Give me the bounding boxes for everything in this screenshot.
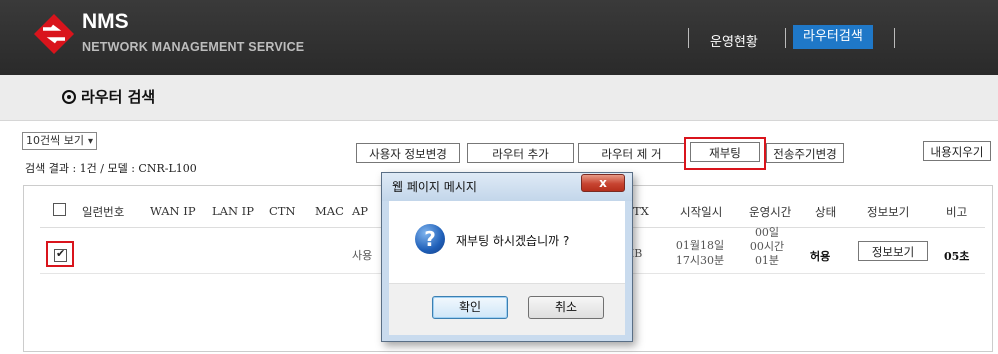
close-icon[interactable]: x: [581, 174, 625, 192]
column-header-start: 시작일시: [680, 205, 723, 219]
chevron-down-icon: ▾: [87, 136, 94, 147]
user-info-change-button[interactable]: 사용자 정보변경: [356, 143, 460, 163]
question-icon: ?: [415, 224, 445, 254]
result-summary: 검색 결과 : 1건 / 모델 : CNR-L100: [25, 162, 197, 175]
add-router-button[interactable]: 라우터 추가: [467, 143, 574, 163]
column-header-remark: 비고: [946, 205, 968, 219]
start-time: 17시30분: [675, 254, 725, 267]
brand-title: NMS: [82, 10, 129, 33]
column-header-ctn: CTN: [269, 204, 296, 218]
column-header-serial: 일련번호: [82, 205, 125, 219]
checkmark-icon: ✔: [56, 247, 66, 260]
reboot-button[interactable]: 재부팅: [690, 142, 760, 162]
column-header-apn: AP: [352, 204, 369, 218]
start-date: 01월18일: [675, 239, 725, 252]
column-header-uptime: 운영시간: [749, 205, 792, 219]
column-header-detail: 정보보기: [867, 205, 910, 219]
remove-router-button[interactable]: 라우터 제 거: [578, 143, 685, 163]
cell-uptime: 00일 00시간 01분: [745, 226, 789, 268]
nav-divider: [785, 28, 786, 48]
nav-router-search[interactable]: 라우터검색: [793, 25, 873, 49]
view-detail-button[interactable]: 정보보기: [858, 241, 928, 261]
nav-divider: [688, 28, 689, 48]
dialog-title: 웹 페이지 메시지: [392, 180, 477, 194]
cell-status: 허용: [810, 250, 831, 263]
cell-apn: 사용: [352, 249, 373, 262]
uptime-hours: 00시간: [749, 240, 785, 253]
column-header-status: 상태: [815, 205, 837, 219]
cell-start-time: 01월18일 17시30분: [672, 238, 728, 268]
bullet-circle-icon: [62, 90, 76, 104]
uptime-days: 00일: [754, 226, 780, 239]
clear-button[interactable]: 내용지우기: [923, 141, 991, 161]
nav-status[interactable]: 운영현황: [710, 31, 758, 50]
nav-divider: [894, 28, 895, 48]
column-header-mac: MAC: [315, 204, 344, 218]
uptime-minutes: 01분: [754, 254, 780, 267]
select-all-checkbox[interactable]: [53, 203, 66, 216]
column-header-traffic: TX: [633, 204, 649, 218]
nms-logo-icon: [34, 14, 74, 54]
page-size-label: 10건씩 보기: [26, 134, 84, 147]
column-header-wan-ip: WAN IP: [150, 204, 196, 218]
row-checkbox[interactable]: ✔: [54, 247, 67, 262]
page-title: 라우터 검색: [81, 88, 156, 106]
page-size-select[interactable]: 10건씩 보기 ▾: [22, 132, 98, 150]
period-change-button[interactable]: 전송주기변경: [766, 143, 844, 163]
brand-subtitle: NETWORK MANAGEMENT SERVICE: [82, 40, 305, 54]
column-header-lan-ip: LAN IP: [212, 204, 254, 218]
cancel-button[interactable]: 취소: [528, 296, 604, 319]
cell-remark: 05초: [944, 250, 970, 263]
confirm-button[interactable]: 확인: [432, 296, 508, 319]
dialog-message: 재부팅 하시겠습니까 ?: [456, 234, 570, 248]
